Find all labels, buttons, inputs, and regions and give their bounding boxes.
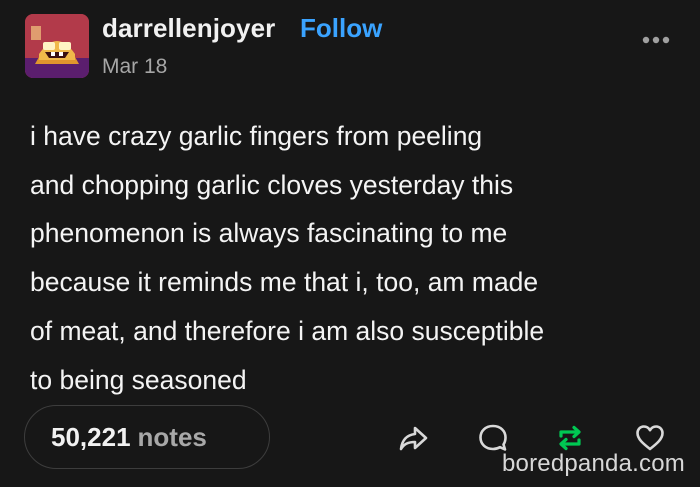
post-body: i have crazy garlic fingers from peeling… [30,121,545,395]
avatar-image [25,14,89,78]
notes-count: 50,221 [51,421,131,452]
notes-button[interactable]: 50,221 notes [24,405,270,469]
share-button[interactable] [397,421,431,455]
watermark: boredpanda.com [502,450,685,477]
share-icon [399,426,428,451]
more-options-button[interactable] [640,30,672,50]
more-options-icon [642,36,670,44]
avatar[interactable] [25,14,89,78]
post-date: Mar 18 [102,55,168,78]
username[interactable]: darrellenjoyer [102,13,275,44]
post-card: darrellenjoyer Follow Mar 18 i have craz… [0,0,700,487]
notes-label: notes [137,421,207,452]
follow-button[interactable]: Follow [300,13,382,44]
